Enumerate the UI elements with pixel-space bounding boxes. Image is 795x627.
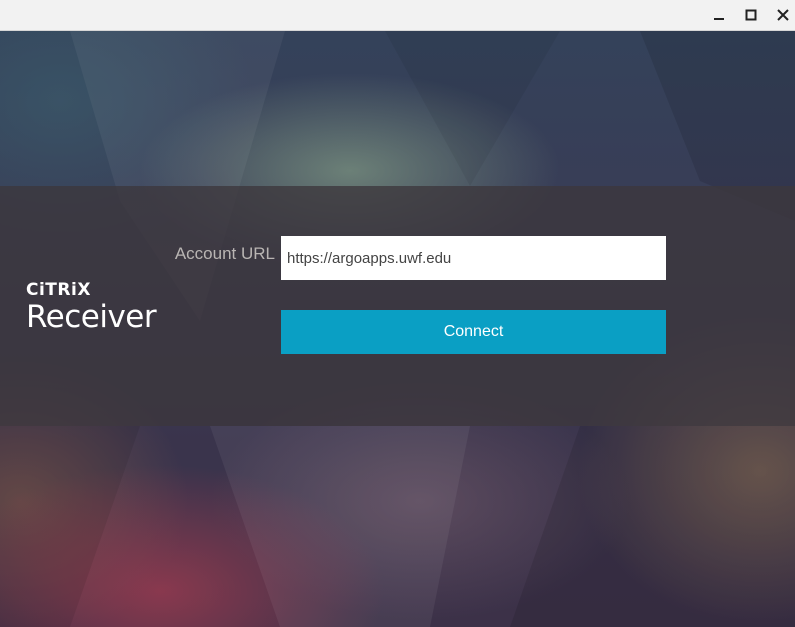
minimize-button[interactable] bbox=[707, 4, 731, 26]
maximize-icon bbox=[745, 9, 757, 21]
logo-brand: CiTRiX bbox=[26, 280, 91, 300]
window-titlebar bbox=[0, 0, 795, 31]
account-url-input[interactable] bbox=[281, 236, 666, 280]
connect-button[interactable]: Connect bbox=[281, 310, 666, 354]
logo-product: Receiver bbox=[26, 299, 157, 335]
maximize-button[interactable] bbox=[739, 4, 763, 26]
close-icon bbox=[777, 9, 789, 21]
close-button[interactable] bbox=[771, 4, 795, 26]
citrix-receiver-logo: CiTRiX Receiver bbox=[26, 280, 157, 335]
minimize-icon bbox=[714, 18, 724, 20]
account-url-label: Account URL bbox=[174, 244, 275, 263]
